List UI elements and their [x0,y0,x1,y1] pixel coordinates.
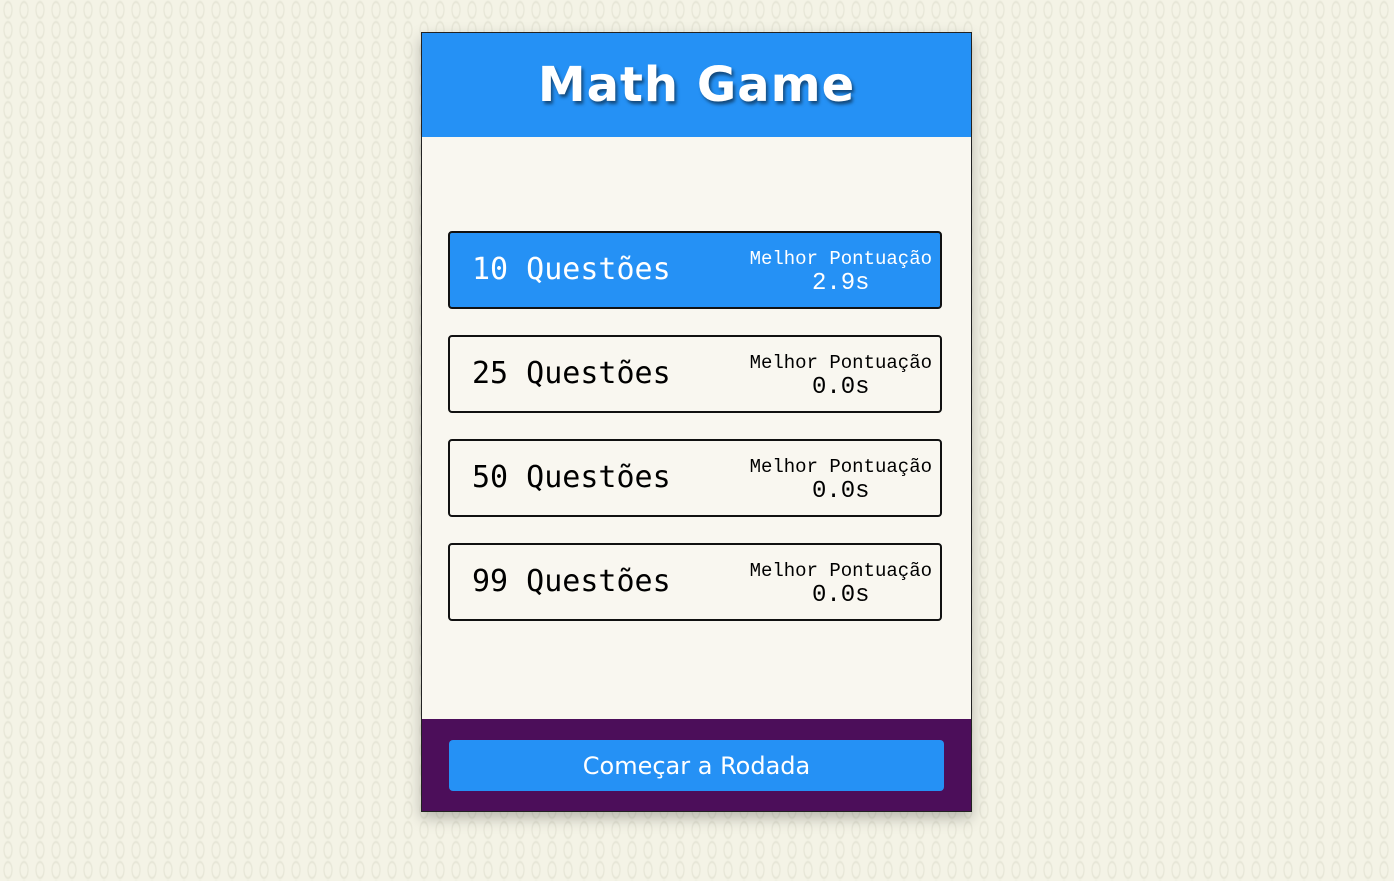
option-label: 25 Questões [472,356,671,391]
question-options: 10 Questões Melhor Pontuação 2.9s 25 Que… [448,231,942,647]
option-label: 10 Questões [472,252,671,287]
option-25-questions[interactable]: 25 Questões Melhor Pontuação 0.0s [448,335,942,413]
start-round-button[interactable]: Começar a Rodada [449,740,944,791]
page-title: Math Game [537,57,856,113]
best-score: Melhor Pontuação 0.0s [750,560,932,610]
best-score-value: 0.0s [811,582,870,609]
best-score: Melhor Pontuação 0.0s [750,352,932,402]
best-score: Melhor Pontuação 2.9s [750,248,932,298]
option-label: 99 Questões [472,564,671,599]
best-score-value: 2.9s [811,270,870,297]
option-50-questions[interactable]: 50 Questões Melhor Pontuação 0.0s [448,439,942,517]
best-score-label: Melhor Pontuação [749,248,932,270]
option-10-questions[interactable]: 10 Questões Melhor Pontuação 2.9s [448,231,942,309]
best-score-label: Melhor Pontuação [749,456,932,478]
best-score: Melhor Pontuação 0.0s [750,456,932,506]
footer: Começar a Rodada [422,719,971,811]
best-score-label: Melhor Pontuação [749,352,932,374]
best-score-label: Melhor Pontuação [749,560,932,582]
game-card: Math Game 10 Questões Melhor Pontuação 2… [421,32,972,812]
header: Math Game [422,33,971,137]
option-label: 50 Questões [472,460,671,495]
best-score-value: 0.0s [811,478,870,505]
best-score-value: 0.0s [811,374,870,401]
option-99-questions[interactable]: 99 Questões Melhor Pontuação 0.0s [448,543,942,621]
